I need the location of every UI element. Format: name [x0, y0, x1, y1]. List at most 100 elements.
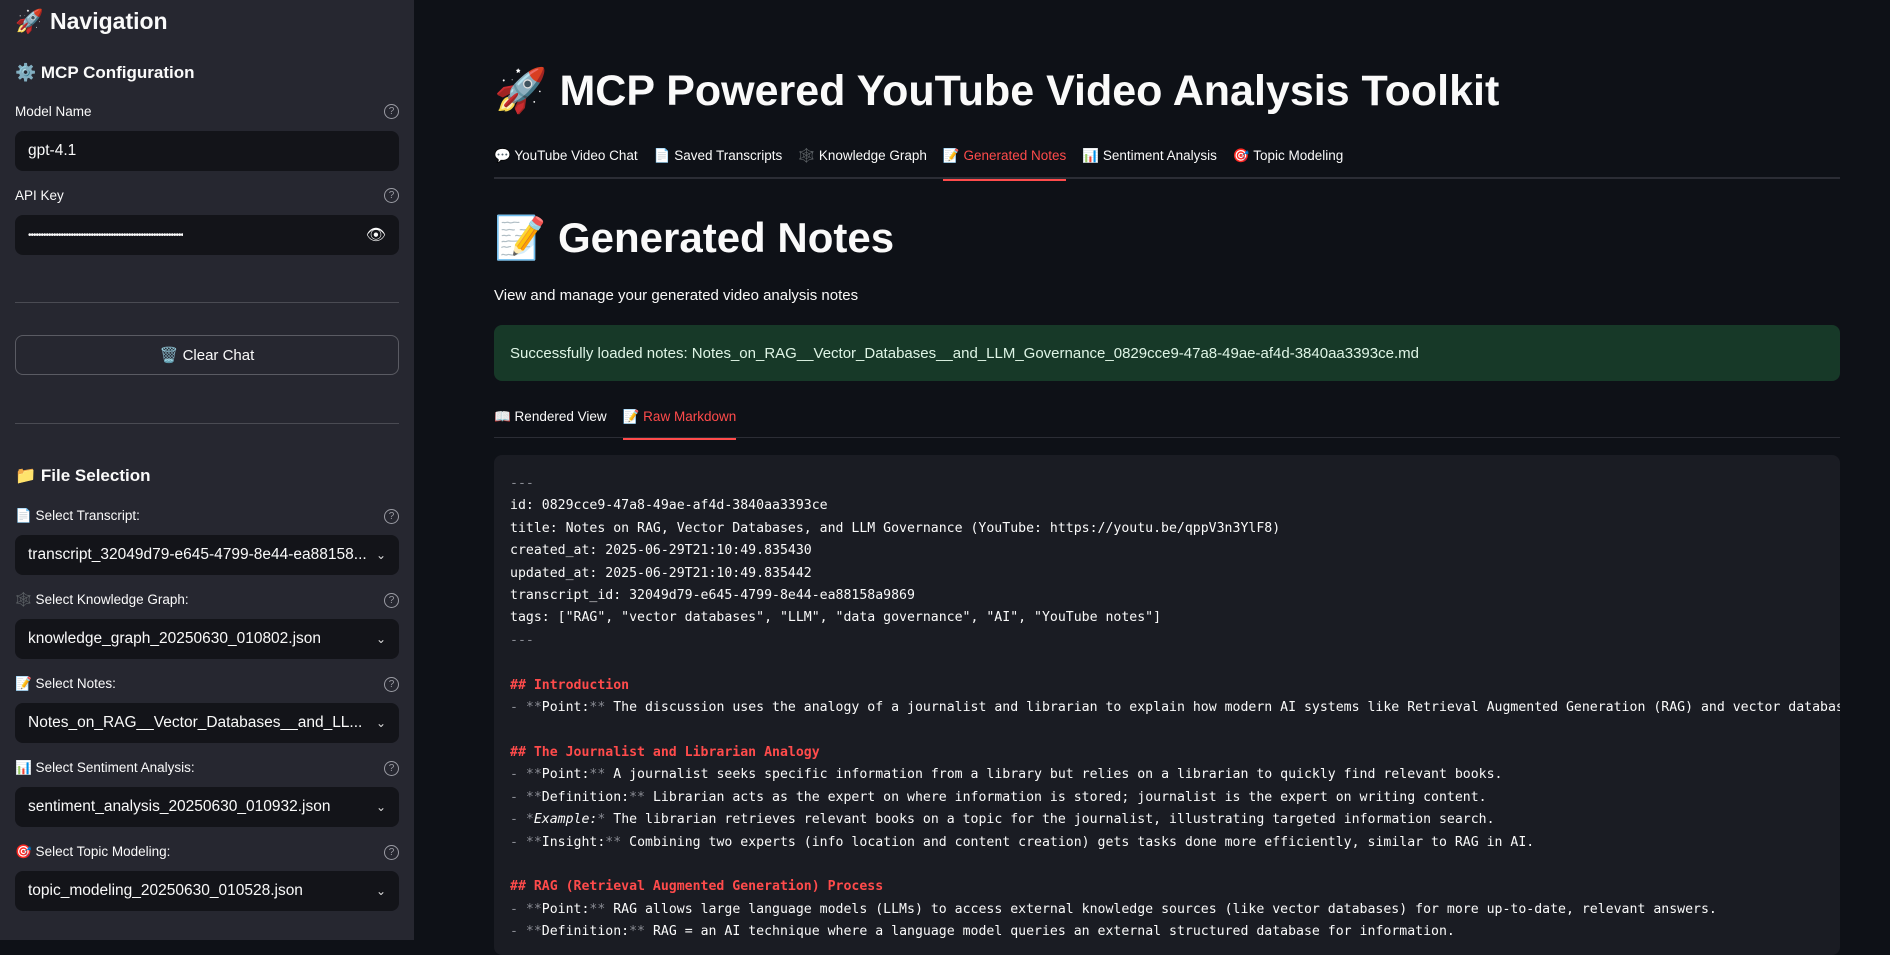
select-label: 📝 Select Notes:? — [15, 676, 399, 692]
api-key-label: API Key? — [15, 188, 399, 203]
api-key-value: ••••••••••••••••••••••••••••••••••••••••… — [28, 229, 184, 241]
api-key-input[interactable]: ••••••••••••••••••••••••••••••••••••••••… — [15, 215, 399, 255]
bullet-marker: ** — [629, 924, 645, 940]
subtab-0[interactable]: 📖 Rendered View — [494, 405, 607, 438]
frontmatter-line: title: Notes on RAG, Vector Databases, a… — [510, 520, 1281, 536]
subtab-1[interactable]: 📝 Raw Markdown — [622, 405, 736, 440]
success-alert-text: Successfully loaded notes: Notes_on_RAG_… — [510, 344, 1419, 362]
help-icon[interactable]: ? — [384, 188, 399, 203]
bullet-marker: ** — [589, 767, 606, 783]
section-heading: 📝 Generated Notes — [494, 214, 895, 261]
code-line: - **Point:** The discussion uses the ana… — [510, 697, 1840, 719]
file-select-dropdown[interactable]: sentiment_analysis_20250630_010932.json ⌄ — [15, 787, 399, 827]
code-line: title: Notes on RAG, Vector Databases, a… — [510, 518, 1824, 540]
select-label-text: 🕸️ Select Knowledge Graph: — [15, 592, 189, 607]
code-line: - **Insight:** Combining two experts (in… — [510, 832, 1824, 854]
chevron-down-icon: ⌄ — [375, 632, 386, 646]
code-line: ## The Journalist and Librarian Analogy — [510, 742, 1824, 764]
markdown-heading: ## RAG (Retrieval Augmented Generation) … — [510, 879, 884, 895]
select-label-text: 📊 Select Sentiment Analysis: — [15, 760, 195, 775]
code-line: - **Point:** A journalist seeks specific… — [510, 764, 1824, 786]
model-name-label: Model Name? — [15, 104, 399, 119]
help-icon[interactable]: ? — [384, 844, 399, 860]
help-icon[interactable]: ? — [384, 592, 399, 608]
bullet-key: Example: — [533, 812, 598, 828]
section-subtitle: View and manage your generated video ana… — [494, 287, 859, 304]
file-select-dropdown[interactable]: Notes_on_RAG__Vector_Databases__and_LL..… — [15, 703, 399, 743]
eye-icon[interactable]: 👁 — [366, 225, 386, 245]
frontmatter-separator: --- — [510, 632, 534, 648]
code-line: tags: ["RAG", "vector databases", "LLM",… — [510, 607, 1824, 629]
help-icon[interactable]: ? — [384, 760, 399, 776]
bullet-key: Insight: — [541, 834, 606, 850]
tab-2[interactable]: 🕸️ Knowledge Graph — [798, 144, 927, 179]
tab-4[interactable]: 📊 Sentiment Analysis — [1082, 144, 1217, 179]
markdown-heading: ## The Journalist and Librarian Analogy — [510, 744, 820, 760]
success-alert: Successfully loaded notes: Notes_on_RAG_… — [494, 325, 1840, 381]
help-icon[interactable]: ? — [384, 676, 399, 692]
frontmatter-separator: --- — [510, 476, 534, 491]
select-label: 🕸️ Select Knowledge Graph:? — [15, 592, 399, 608]
code-line: updated_at: 2025-06-29T21:10:49.835442 — [510, 563, 1824, 585]
code-line: --- — [510, 630, 1824, 652]
sidebar-title: 🚀 Navigation — [15, 8, 168, 34]
code-line: - **Point:** RAG allows large language m… — [510, 899, 1824, 921]
bullet-text: RAG = an AI technique where a language m… — [645, 924, 1455, 940]
file-selection-heading: 📁 File Selection — [15, 466, 151, 485]
tab-1[interactable]: 📄 Saved Transcripts — [654, 144, 783, 179]
api-key-label-text: API Key — [15, 188, 64, 203]
chevron-down-icon: ⌄ — [375, 800, 386, 814]
bullet-marker: - ** — [510, 700, 542, 716]
code-line: ## Introduction — [510, 675, 1824, 697]
select-value: sentiment_analysis_20250630_010932.json — [28, 798, 331, 815]
bullet-text: RAG allows large language models (LLMs) … — [605, 901, 1717, 917]
bullet-text: A journalist seeks specific information … — [605, 767, 1503, 783]
bullet-key: Point: — [541, 700, 590, 716]
code-line: - **Definition:** RAG = an AI technique … — [510, 921, 1824, 943]
bullet-text: Librarian acts as the expert on where in… — [645, 789, 1487, 805]
bullet-marker: ** — [589, 700, 606, 716]
tab-0[interactable]: 💬 YouTube Video Chat — [494, 144, 638, 179]
bullet-text: Combining two experts (info location and… — [621, 834, 1535, 850]
select-label-text: 📝 Select Notes: — [15, 676, 116, 691]
bullet-key: Definition: — [541, 789, 630, 805]
chevron-down-icon: ⌄ — [375, 548, 386, 562]
markdown-heading: ## Introduction — [510, 677, 630, 693]
select-label: 📄 Select Transcript:? — [15, 508, 399, 524]
file-select-dropdown[interactable]: knowledge_graph_20250630_010802.json ⌄ — [15, 619, 399, 659]
bullet-marker: ** — [605, 834, 622, 850]
model-name-value: gpt-4.1 — [28, 142, 77, 159]
bullet-text: The discussion uses the analogy of a jou… — [605, 700, 1840, 716]
model-name-label-text: Model Name — [15, 104, 92, 119]
tab-3[interactable]: 📝 Generated Notes — [942, 144, 1067, 181]
file-select-dropdown[interactable]: transcript_32049d79-e645-4799-8e44-ea881… — [15, 535, 399, 575]
bullet-key: Definition: — [541, 924, 630, 940]
frontmatter-line: id: 0829cce9-47a8-49ae-af4d-3840aa3393ce — [510, 498, 828, 514]
tab-5[interactable]: 🎯 Topic Modeling — [1233, 144, 1343, 179]
raw-markdown-block[interactable]: --- id: 0829cce9-47a8-49ae-af4d-3840aa339… — [494, 455, 1840, 955]
model-name-input[interactable]: gpt-4.1 — [15, 131, 399, 171]
bullet-marker: - ** — [510, 924, 542, 940]
code-line: - *Example:* The librarian retrieves rel… — [510, 809, 1824, 831]
file-select-dropdown[interactable]: topic_modeling_20250630_010528.json ⌄ — [15, 871, 399, 911]
bullet-key: Point: — [541, 901, 590, 917]
code-line: - **Definition:** Librarian acts as the … — [510, 787, 1824, 809]
chevron-down-icon: ⌄ — [375, 716, 386, 730]
clear-chat-button[interactable]: 🗑️ Clear Chat — [15, 335, 399, 375]
code-line: ## RAG (Retrieval Augmented Generation) … — [510, 876, 1824, 898]
mcp-config-heading: ⚙️ MCP Configuration — [15, 63, 195, 82]
frontmatter-line: tags: ["RAG", "vector databases", "LLM",… — [510, 610, 1162, 626]
bullet-marker: - ** — [510, 767, 542, 783]
bullet-marker: ** — [589, 901, 606, 917]
select-label: 🎯 Select Topic Modeling:? — [15, 844, 399, 860]
frontmatter-line: updated_at: 2025-06-29T21:10:49.835442 — [510, 565, 812, 581]
code-line: --- — [510, 473, 1824, 495]
help-icon[interactable]: ? — [384, 508, 399, 524]
help-icon[interactable]: ? — [384, 104, 399, 119]
select-label: 📊 Select Sentiment Analysis:? — [15, 760, 399, 776]
code-line: transcript_id: 32049d79-e645-4799-8e44-e… — [510, 585, 1824, 607]
bullet-marker: - * — [510, 812, 534, 828]
